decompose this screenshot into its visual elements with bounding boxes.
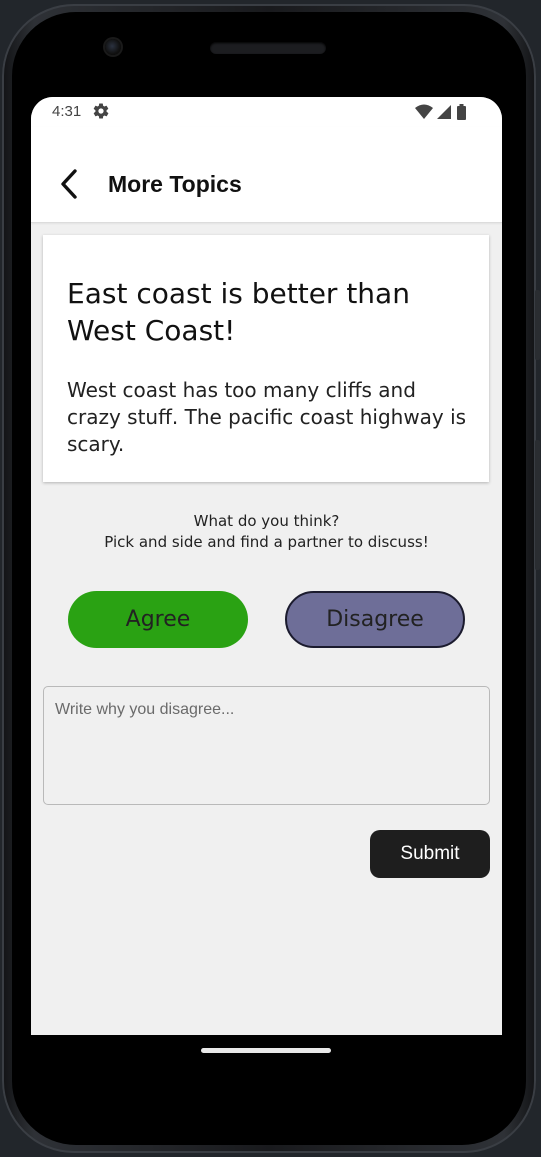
topic-description: West coast has too many cliffs and crazy… bbox=[67, 378, 467, 456]
chevron-left-icon[interactable] bbox=[53, 165, 85, 203]
power-button bbox=[535, 290, 540, 360]
submit-button[interactable]: Submit bbox=[370, 830, 490, 878]
app-bar: More Topics bbox=[31, 127, 502, 223]
wifi-icon bbox=[415, 104, 433, 119]
battery-icon bbox=[457, 104, 466, 120]
status-bar: 4:31 bbox=[31, 97, 502, 127]
prompt-instruction: Pick and side and find a partner to disc… bbox=[104, 533, 429, 551]
cell-signal-icon bbox=[437, 105, 451, 119]
app-screen: 4:31 More Topics East coast is better th… bbox=[31, 97, 502, 1035]
page-title: More Topics bbox=[108, 171, 242, 197]
status-time: 4:31 bbox=[52, 103, 82, 120]
status-icons bbox=[415, 104, 466, 120]
agree-button[interactable]: Agree bbox=[68, 591, 248, 648]
discussion-prompt: What do you think? Pick and side and fin… bbox=[31, 511, 502, 553]
home-gesture-bar[interactable] bbox=[201, 1048, 331, 1053]
disagree-button[interactable]: Disagree bbox=[285, 591, 465, 648]
volume-button bbox=[535, 440, 540, 570]
prompt-question: What do you think? bbox=[193, 512, 340, 530]
topic-card: East coast is better than West Coast! We… bbox=[43, 235, 489, 482]
earpiece-speaker bbox=[210, 42, 326, 54]
topic-title: East coast is better than West Coast! bbox=[67, 277, 410, 347]
reason-input[interactable] bbox=[43, 686, 490, 805]
front-camera bbox=[105, 39, 121, 55]
gear-icon bbox=[93, 103, 109, 119]
